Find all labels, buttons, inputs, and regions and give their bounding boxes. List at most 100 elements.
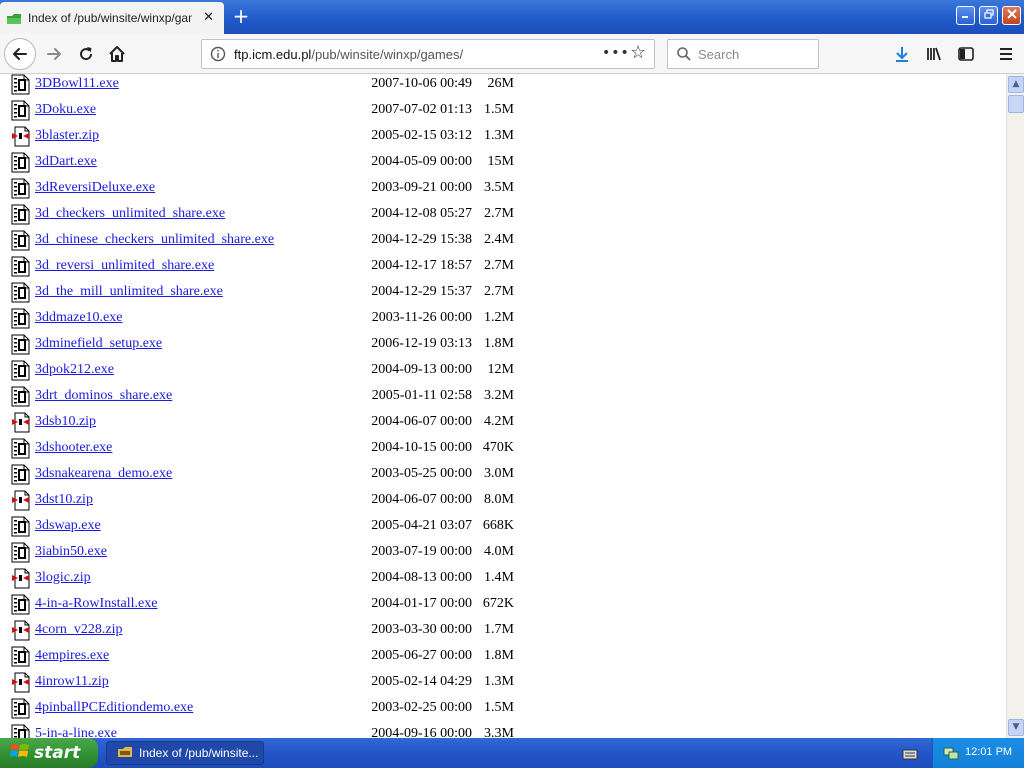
tab-close-icon[interactable]: ✕	[203, 10, 214, 25]
file-size: 1.8M	[484, 336, 514, 351]
info-icon[interactable]	[210, 46, 226, 66]
exe-file-icon	[11, 386, 30, 407]
downloads-button[interactable]	[890, 42, 914, 66]
scroll-down-button[interactable]: ▼	[1008, 719, 1024, 736]
file-row: 5-in-a-line.exe 2004-09-16 00:00 3.3M	[0, 722, 1000, 738]
file-date: 2004-12-08 05:27	[371, 206, 472, 221]
file-link[interactable]: 5-in-a-line.exe	[35, 726, 117, 738]
file-link[interactable]: 3d_reversi_unlimited_share.exe	[35, 258, 214, 274]
address-bar[interactable]: ftp.icm.edu.pl/pub/winsite/winxp/games/ …	[201, 39, 655, 69]
back-button[interactable]	[4, 38, 36, 70]
exe-file-icon	[11, 594, 30, 615]
file-link[interactable]: 4-in-a-RowInstall.exe	[35, 596, 157, 612]
network-tray-icon[interactable]	[943, 745, 959, 765]
tab-title: Index of /pub/winsite/winxp/games/	[28, 11, 192, 25]
scroll-up-button[interactable]: ▲	[1008, 76, 1024, 93]
file-size: 1.2M	[484, 310, 514, 325]
exe-file-icon	[11, 646, 30, 667]
file-link[interactable]: 3dshooter.exe	[35, 440, 112, 456]
search-placeholder: Search	[698, 47, 740, 62]
directory-listing: 3DBowl11.exe 2007-10-06 00:49 26M 3Doku.exe…	[0, 74, 1006, 738]
file-link[interactable]: 3dReversiDeluxe.exe	[35, 180, 155, 196]
forward-button[interactable]	[40, 40, 68, 68]
zip-file-icon	[11, 672, 30, 693]
file-link[interactable]: 3dswap.exe	[35, 518, 101, 534]
exe-file-icon	[11, 282, 30, 303]
file-size: 2.7M	[484, 206, 514, 221]
file-row: 3dminefield_setup.exe 2006-12-19 03:13 1.8…	[0, 332, 1000, 358]
menu-button[interactable]	[994, 42, 1018, 66]
navigation-toolbar: ftp.icm.edu.pl/pub/winsite/winxp/games/ …	[0, 34, 1024, 74]
file-link[interactable]: 3iabin50.exe	[35, 544, 107, 560]
file-link[interactable]: 3d_chinese_checkers_unlimited_share.exe	[35, 232, 274, 248]
file-row: 3dsb10.zip 2004-06-07 00:00 4.2M	[0, 410, 1000, 436]
exe-file-icon	[11, 542, 30, 563]
file-link[interactable]: 3d_checkers_unlimited_share.exe	[35, 206, 225, 222]
minimize-button[interactable]	[956, 6, 975, 25]
file-link[interactable]: 3Doku.exe	[35, 102, 96, 118]
library-button[interactable]	[922, 42, 946, 66]
exe-file-icon	[11, 334, 30, 355]
file-link[interactable]: 3dDart.exe	[35, 154, 97, 170]
file-size: 1.7M	[484, 622, 514, 637]
keyboard-tray-icon[interactable]	[902, 746, 918, 765]
file-link[interactable]: 3drt_dominos_share.exe	[35, 388, 172, 404]
file-link[interactable]: 4empires.exe	[35, 648, 109, 664]
file-link[interactable]: 3d_the_mill_unlimited_share.exe	[35, 284, 223, 300]
file-size: 1.5M	[484, 700, 514, 715]
file-row: 3DBowl11.exe 2007-10-06 00:49 26M	[0, 74, 1000, 98]
scroll-thumb[interactable]	[1008, 95, 1024, 113]
file-size: 4.0M	[484, 544, 514, 559]
file-row: 3dswap.exe 2005-04-21 03:07 668K	[0, 514, 1000, 540]
taskbar: start Index of /pub/winsite... 12:01 PM	[0, 738, 1024, 768]
exe-file-icon	[11, 100, 30, 121]
file-link[interactable]: 4pinballPCEditiondemo.exe	[35, 700, 193, 716]
file-size: 1.8M	[484, 648, 514, 663]
search-input[interactable]: Search	[667, 39, 819, 69]
start-button[interactable]: start	[0, 738, 98, 768]
file-date: 2003-02-25 00:00	[371, 700, 472, 715]
file-link[interactable]: 4corn_v228.zip	[35, 622, 122, 638]
sidebar-button[interactable]	[954, 42, 978, 66]
minimize-icon	[962, 16, 968, 18]
file-link[interactable]: 3dsb10.zip	[35, 414, 96, 430]
file-row: 3d_reversi_unlimited_share.exe 2004-12-17…	[0, 254, 1000, 280]
taskbar-window-label: Index of /pub/winsite...	[139, 746, 259, 760]
file-date: 2004-06-07 00:00	[371, 414, 472, 429]
file-size: 3.5M	[484, 180, 514, 195]
url-host: ftp.icm.edu.pl	[234, 47, 312, 62]
file-row: 3Doku.exe 2007-07-02 01:13 1.5M	[0, 98, 1000, 124]
file-date: 2004-08-13 00:00	[371, 570, 472, 585]
file-row: 3dReversiDeluxe.exe 2003-09-21 00:00 3.5M	[0, 176, 1000, 202]
exe-file-icon	[11, 464, 30, 485]
bookmark-star-icon[interactable]: ☆	[630, 44, 646, 62]
vertical-scrollbar[interactable]: ▲ ▼	[1006, 74, 1024, 738]
exe-file-icon	[11, 152, 30, 173]
page-actions-more-icon[interactable]: •••	[602, 45, 630, 61]
file-link[interactable]: 3ddmaze10.exe	[35, 310, 122, 326]
file-link[interactable]: 3dst10.zip	[35, 492, 93, 508]
home-button[interactable]	[103, 40, 131, 68]
file-link[interactable]: 3dpok212.exe	[35, 362, 114, 378]
zip-file-icon	[11, 620, 30, 641]
file-link[interactable]: 3blaster.zip	[35, 128, 99, 144]
file-size: 668K	[482, 518, 514, 533]
exe-file-icon	[11, 178, 30, 199]
zip-file-icon	[11, 490, 30, 511]
system-tray: 12:01 PM	[932, 738, 1024, 768]
taskbar-window-button[interactable]: Index of /pub/winsite...	[106, 741, 264, 765]
exe-file-icon	[11, 724, 30, 738]
file-link[interactable]: 3logic.zip	[35, 570, 91, 586]
restore-button[interactable]	[979, 6, 998, 25]
file-row: 3dsnakearena_demo.exe 2003-05-25 00:00 3.0…	[0, 462, 1000, 488]
close-window-button[interactable]	[1002, 6, 1021, 25]
file-link[interactable]: 3DBowl11.exe	[35, 76, 119, 92]
new-tab-button[interactable]: +	[230, 5, 252, 27]
address-url[interactable]: ftp.icm.edu.pl/pub/winsite/winxp/games/	[234, 47, 463, 62]
file-link[interactable]: 4inrow11.zip	[35, 674, 109, 690]
browser-tab[interactable]: Index of /pub/winsite/winxp/games/ ✕	[0, 2, 224, 34]
file-link[interactable]: 3dsnakearena_demo.exe	[35, 466, 172, 482]
reload-button[interactable]	[72, 40, 100, 68]
file-link[interactable]: 3dminefield_setup.exe	[35, 336, 162, 352]
file-size: 3.3M	[484, 726, 514, 738]
